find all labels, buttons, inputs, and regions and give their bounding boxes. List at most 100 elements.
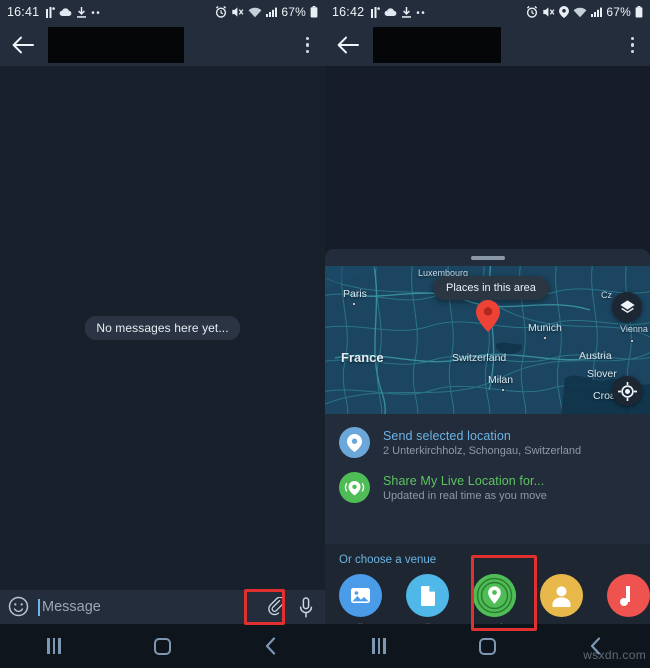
download-icon bbox=[401, 6, 412, 18]
cloud-icon bbox=[59, 7, 72, 17]
site-watermark: wsxdn.com bbox=[583, 648, 646, 662]
attachment-location[interactable]: Location bbox=[473, 574, 516, 624]
signal-bars-icon bbox=[371, 6, 381, 18]
cellular-icon bbox=[591, 7, 603, 17]
live-location-icon bbox=[339, 472, 370, 503]
sheet-drag-handle[interactable] bbox=[470, 256, 505, 260]
status-right-icons: 67% bbox=[215, 5, 318, 19]
map-label-france: France bbox=[341, 350, 384, 365]
recent-apps-icon[interactable] bbox=[31, 631, 77, 661]
message-placeholder: Message bbox=[42, 599, 101, 615]
location-pin-ring-icon bbox=[473, 574, 516, 617]
map-label-czechia: Cz bbox=[601, 290, 612, 300]
signal-bars-icon bbox=[46, 6, 56, 18]
back-arrow-icon[interactable] bbox=[335, 32, 361, 58]
live-location-title: Share My Live Location for... bbox=[383, 473, 545, 488]
overflow-menu-icon[interactable] bbox=[300, 33, 316, 58]
cellular-icon bbox=[266, 7, 278, 17]
overflow-menu-icon[interactable] bbox=[625, 33, 641, 58]
battery-percent: 67% bbox=[281, 5, 306, 19]
smiley-icon[interactable] bbox=[8, 596, 30, 618]
send-location-title: Send selected location bbox=[383, 428, 511, 443]
attachment-contact[interactable]: Contact bbox=[540, 574, 583, 624]
map-label-switzerland: Switzerland bbox=[452, 352, 507, 364]
microphone-icon[interactable] bbox=[295, 595, 317, 619]
image-icon bbox=[339, 574, 382, 617]
status-left-icons bbox=[371, 6, 427, 18]
alarm-icon bbox=[526, 6, 538, 18]
map-city-dot bbox=[352, 302, 356, 306]
map-city-dot bbox=[630, 339, 634, 343]
screenshot-root: 16:41 67% No messages here yet... Messag… bbox=[0, 0, 650, 668]
more-dots-icon bbox=[91, 10, 102, 14]
location-options-list: Send selected location 2 Unterkirchholz,… bbox=[325, 414, 650, 514]
attachment-file[interactable]: File bbox=[406, 574, 449, 624]
wifi-icon bbox=[248, 7, 262, 18]
home-icon[interactable] bbox=[464, 631, 510, 661]
text-caret bbox=[38, 598, 40, 616]
left-phone-screen: 16:41 67% No messages here yet... Messag… bbox=[0, 0, 325, 668]
nav-back-icon[interactable] bbox=[248, 631, 294, 661]
send-location-text: Send selected location 2 Unterkirchholz,… bbox=[383, 429, 581, 457]
attachment-options-row: Gallery File Location bbox=[339, 574, 650, 624]
my-location-icon[interactable] bbox=[612, 376, 642, 406]
share-live-location-row[interactable]: Share My Live Location for... Updated in… bbox=[325, 465, 650, 510]
left-app-bar bbox=[0, 24, 325, 66]
cloud-icon bbox=[384, 7, 397, 17]
music-icon bbox=[607, 574, 650, 617]
home-icon[interactable] bbox=[139, 631, 185, 661]
wifi-icon bbox=[573, 7, 587, 18]
send-selected-location-row[interactable]: Send selected location 2 Unterkirchholz,… bbox=[325, 420, 650, 465]
status-right-icons: 67% bbox=[526, 5, 643, 19]
battery-icon bbox=[310, 6, 318, 18]
attachment-music[interactable]: Mu bbox=[607, 574, 650, 624]
file-icon bbox=[406, 574, 449, 617]
map-label-munich: Munich bbox=[528, 322, 562, 334]
map-label-slovenia: Slover bbox=[587, 368, 617, 380]
empty-state-wrap: No messages here yet... bbox=[0, 66, 325, 590]
left-chat-area: No messages here yet... bbox=[0, 66, 325, 590]
download-icon bbox=[76, 6, 87, 18]
attachment-gallery[interactable]: Gallery bbox=[339, 574, 382, 624]
status-left-icons bbox=[46, 6, 102, 18]
map-city-dot bbox=[501, 388, 505, 392]
right-status-bar: 16:42 67% bbox=[325, 0, 650, 24]
places-in-area-tooltip[interactable]: Places in this area bbox=[433, 276, 549, 300]
venue-section-title: Or choose a venue bbox=[339, 554, 437, 566]
battery-percent: 67% bbox=[606, 5, 631, 19]
location-pin-filled-icon bbox=[339, 427, 370, 458]
map-preview[interactable]: Paris Luxembourg Munich Austria France S… bbox=[325, 266, 650, 414]
send-location-subtitle: 2 Unterkirchholz, Schongau, Switzerland bbox=[383, 444, 582, 457]
back-arrow-icon[interactable] bbox=[10, 32, 36, 58]
redacted-contact-name bbox=[48, 27, 184, 63]
more-dots-icon bbox=[416, 10, 427, 14]
live-location-text: Share My Live Location for... Updated in… bbox=[383, 474, 547, 502]
recent-apps-icon[interactable] bbox=[356, 631, 402, 661]
map-label-paris: Paris bbox=[343, 288, 367, 300]
attach-button[interactable] bbox=[261, 594, 291, 620]
status-time: 16:42 bbox=[332, 5, 365, 19]
venue-section: Or choose a venue Gallery File bbox=[325, 544, 650, 624]
status-time: 16:41 bbox=[7, 5, 40, 19]
location-bottom-sheet: Paris Luxembourg Munich Austria France S… bbox=[325, 249, 650, 624]
battery-icon bbox=[635, 6, 643, 18]
map-label-austria: Austria bbox=[579, 350, 612, 362]
right-phone-screen: 16:42 67% Paris Luxembourg Munich Austri… bbox=[325, 0, 650, 668]
empty-chat-bubble: No messages here yet... bbox=[85, 316, 240, 340]
map-label-vienna: Vienna bbox=[620, 324, 648, 334]
message-input[interactable]: Message bbox=[38, 598, 261, 616]
mute-icon bbox=[542, 6, 555, 18]
map-label-milan: Milan bbox=[488, 374, 514, 386]
location-pin-icon bbox=[559, 6, 570, 18]
map-pin-marker bbox=[476, 300, 500, 337]
left-status-bar: 16:41 67% bbox=[0, 0, 325, 24]
live-location-subtitle: Updated in real time as you move bbox=[383, 489, 547, 502]
redacted-contact-name bbox=[373, 27, 501, 63]
map-layers-icon[interactable] bbox=[612, 292, 642, 322]
mute-icon bbox=[231, 6, 244, 18]
right-app-bar bbox=[325, 24, 650, 66]
message-composer: Message bbox=[0, 590, 325, 624]
left-android-nav-bar bbox=[0, 624, 325, 668]
person-icon bbox=[540, 574, 583, 617]
map-city-dot bbox=[543, 336, 547, 340]
